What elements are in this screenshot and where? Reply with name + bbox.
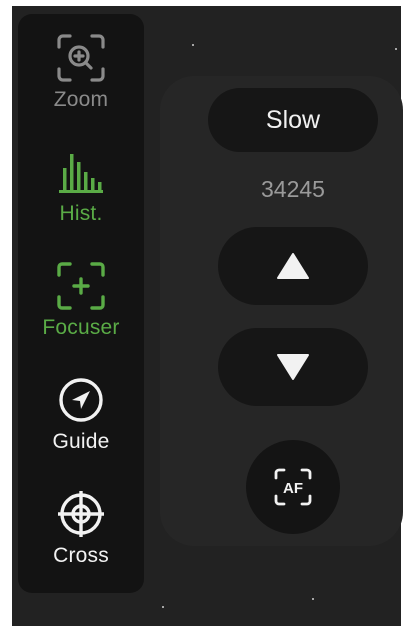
tool-sidebar: Zoom Hist. Focuser Guide Cross bbox=[18, 14, 144, 593]
sidebar-item-label: Guide bbox=[52, 430, 110, 453]
guide-icon bbox=[59, 378, 103, 422]
focuser-position-value: 34245 bbox=[261, 176, 325, 202]
sidebar-item-zoom[interactable]: Zoom bbox=[18, 32, 144, 112]
sidebar-item-guide[interactable]: Guide bbox=[18, 374, 144, 454]
autofocus-label: AF bbox=[283, 480, 303, 497]
focuser-icon bbox=[57, 262, 105, 310]
sidebar-item-cross[interactable]: Cross bbox=[18, 488, 144, 568]
triangle-up-icon bbox=[277, 253, 309, 279]
autofocus-button[interactable]: AF bbox=[246, 440, 340, 534]
autofocus-icon: AF bbox=[274, 468, 312, 506]
focus-up-button[interactable] bbox=[218, 227, 368, 305]
sidebar-item-label: Hist. bbox=[59, 202, 103, 225]
crosshair-icon bbox=[58, 491, 104, 537]
background-speck bbox=[162, 606, 164, 608]
histogram-icon bbox=[59, 154, 103, 193]
sidebar-item-label: Focuser bbox=[42, 316, 120, 339]
sidebar-item-label: Zoom bbox=[53, 88, 109, 111]
sidebar-item-label: Cross bbox=[53, 544, 109, 567]
speed-toggle-button[interactable]: Slow bbox=[208, 88, 378, 152]
focus-down-button[interactable] bbox=[218, 328, 368, 406]
triangle-down-icon bbox=[277, 354, 309, 380]
background-speck bbox=[312, 598, 314, 600]
zoom-icon bbox=[57, 34, 105, 82]
sidebar-item-focuser[interactable]: Focuser bbox=[18, 260, 144, 340]
sidebar-item-histogram[interactable]: Hist. bbox=[18, 146, 144, 226]
background-speck bbox=[192, 44, 194, 46]
background-speck bbox=[395, 48, 397, 50]
